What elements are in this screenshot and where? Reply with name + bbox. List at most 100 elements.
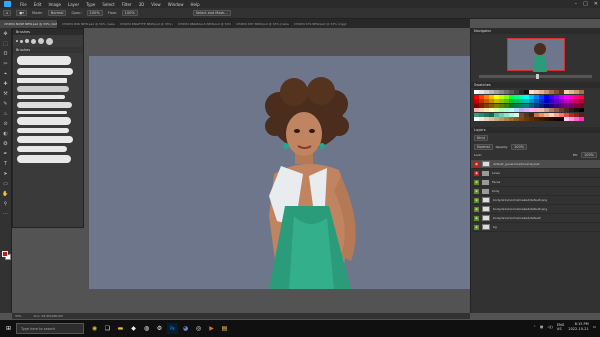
opacity-field[interactable]: 100%: [86, 10, 103, 16]
color-swatch[interactable]: [489, 108, 494, 112]
color-swatch[interactable]: [554, 103, 559, 108]
taskbar-clock[interactable]: 8:15 PM 2022-10-21: [568, 322, 588, 332]
color-swatch[interactable]: [574, 108, 579, 112]
lasso-tool-icon[interactable]: ʘ: [2, 50, 10, 58]
brush-stroke-preview[interactable]: [17, 136, 73, 143]
menu-type[interactable]: Type: [86, 2, 95, 7]
color-swatch[interactable]: [544, 112, 549, 117]
steam-icon[interactable]: ◍: [141, 323, 152, 334]
menu-3d[interactable]: 3D: [139, 2, 145, 7]
menu-image[interactable]: Image: [48, 2, 61, 7]
blend-mode-select[interactable]: Normal: [474, 144, 493, 150]
color-swatch[interactable]: [479, 112, 484, 117]
visibility-eye-icon[interactable]: ◉: [474, 224, 479, 230]
color-swatch[interactable]: [544, 103, 549, 108]
color-swatch[interactable]: [499, 108, 504, 112]
brush-size-preset[interactable]: [20, 39, 23, 43]
notes-icon[interactable]: ▤: [219, 323, 230, 334]
pen-tool-icon[interactable]: ✒: [2, 150, 10, 158]
color-swatch[interactable]: [579, 90, 584, 94]
photoshop-taskbar-icon[interactable]: Ps: [167, 323, 178, 334]
color-swatch[interactable]: [499, 117, 504, 121]
color-swatch[interactable]: [549, 94, 554, 99]
color-swatch[interactable]: [569, 103, 574, 108]
stamp-tool-icon[interactable]: ⚒: [2, 90, 10, 98]
layer-opacity-field[interactable]: 100%: [511, 144, 528, 150]
color-swatch[interactable]: [524, 94, 529, 99]
layer-row[interactable]: ◉ Faces: [471, 178, 600, 187]
color-swatch[interactable]: [514, 90, 519, 94]
color-swatch[interactable]: [549, 99, 554, 103]
healing-tool-icon[interactable]: ✚: [2, 80, 10, 88]
gradient-tool-icon[interactable]: ◐: [2, 130, 10, 138]
color-swatch[interactable]: [474, 90, 479, 94]
color-swatch[interactable]: [529, 112, 534, 117]
color-swatch[interactable]: [539, 90, 544, 94]
minimize-button[interactable]: –: [575, 1, 578, 7]
color-swatch[interactable]: [479, 108, 484, 112]
color-swatch[interactable]: [549, 117, 554, 121]
color-swatch[interactable]: [559, 103, 564, 108]
visibility-eye-icon[interactable]: ◉: [474, 206, 479, 212]
color-swatch[interactable]: [509, 117, 514, 121]
document-tab[interactable]: CH4M4 SHY NEW.psd @ 33% (naked, pregnant…: [232, 20, 290, 28]
windows-start-icon[interactable]: ⊞: [3, 323, 14, 334]
color-swatch[interactable]: [484, 103, 489, 108]
eyedropper-tool-icon[interactable]: ⌖: [2, 70, 10, 78]
color-swatch[interactable]: [479, 103, 484, 108]
visibility-eye-icon[interactable]: ◉: [474, 188, 479, 194]
color-swatch[interactable]: [484, 99, 489, 103]
color-swatch[interactable]: [529, 99, 534, 103]
color-swatch[interactable]: [534, 90, 539, 94]
color-swatch[interactable]: [544, 94, 549, 99]
brush-size-preset[interactable]: [16, 40, 18, 42]
brush-stroke-preview[interactable]: [17, 111, 67, 114]
select-and-mask-button[interactable]: Select and Mask...: [192, 10, 231, 16]
color-swatch[interactable]: [514, 94, 519, 99]
color-swatch[interactable]: [524, 99, 529, 103]
color-swatch[interactable]: [489, 117, 494, 121]
color-swatch[interactable]: [479, 99, 484, 103]
zoom-slider[interactable]: [479, 74, 592, 79]
color-swatch[interactable]: [534, 108, 539, 112]
type-tool-icon[interactable]: T: [2, 160, 10, 168]
color-swatch[interactable]: [564, 90, 569, 94]
color-swatch[interactable]: [479, 117, 484, 121]
document-tab[interactable]: CH4M4 SYS NEW.psd @ 33% (rigging, RGB/8): [290, 20, 348, 28]
color-swatch[interactable]: [579, 117, 584, 121]
notifications-icon[interactable]: ▭: [593, 325, 596, 329]
color-swatch[interactable]: [539, 103, 544, 108]
color-swatch[interactable]: [549, 103, 554, 108]
color-swatch[interactable]: [579, 112, 584, 117]
color-swatch[interactable]: [509, 90, 514, 94]
color-swatch[interactable]: [519, 94, 524, 99]
marquee-tool-icon[interactable]: ⬚: [2, 40, 10, 48]
color-swatch[interactable]: [539, 94, 544, 99]
color-swatch[interactable]: [494, 103, 499, 108]
color-swatch[interactable]: [544, 90, 549, 94]
color-swatch[interactable]: [544, 117, 549, 121]
color-swatch[interactable]: [509, 108, 514, 112]
brush-size-preset[interactable]: [46, 37, 53, 45]
move-tool-icon[interactable]: ✥: [2, 30, 10, 38]
color-swatch[interactable]: [534, 117, 539, 121]
color-swatch[interactable]: [569, 108, 574, 112]
color-swatch[interactable]: [574, 94, 579, 99]
color-swatch[interactable]: [559, 90, 564, 94]
color-swatch[interactable]: [574, 90, 579, 94]
store-icon[interactable]: ◆: [128, 323, 139, 334]
color-swatch[interactable]: [564, 112, 569, 117]
brush-size-preset[interactable]: [38, 38, 44, 44]
document-tab[interactable]: CH4M4 #06 NEW.psd @ 50% (naked, RGB/8): [58, 20, 116, 28]
color-swatch[interactable]: [474, 94, 479, 99]
color-swatch[interactable]: [524, 103, 529, 108]
color-swatch[interactable]: [549, 108, 554, 112]
color-swatch[interactable]: [519, 99, 524, 103]
color-swatch[interactable]: [514, 99, 519, 103]
volume-icon[interactable]: ◁)): [547, 325, 552, 329]
color-swatch[interactable]: [504, 103, 509, 108]
path-selection-tool-icon[interactable]: ➤: [2, 170, 10, 178]
layer-row[interactable]: ◉ Lines: [471, 169, 600, 178]
color-swatch[interactable]: [544, 108, 549, 112]
navigator-panel-title[interactable]: Navigator: [471, 28, 600, 34]
